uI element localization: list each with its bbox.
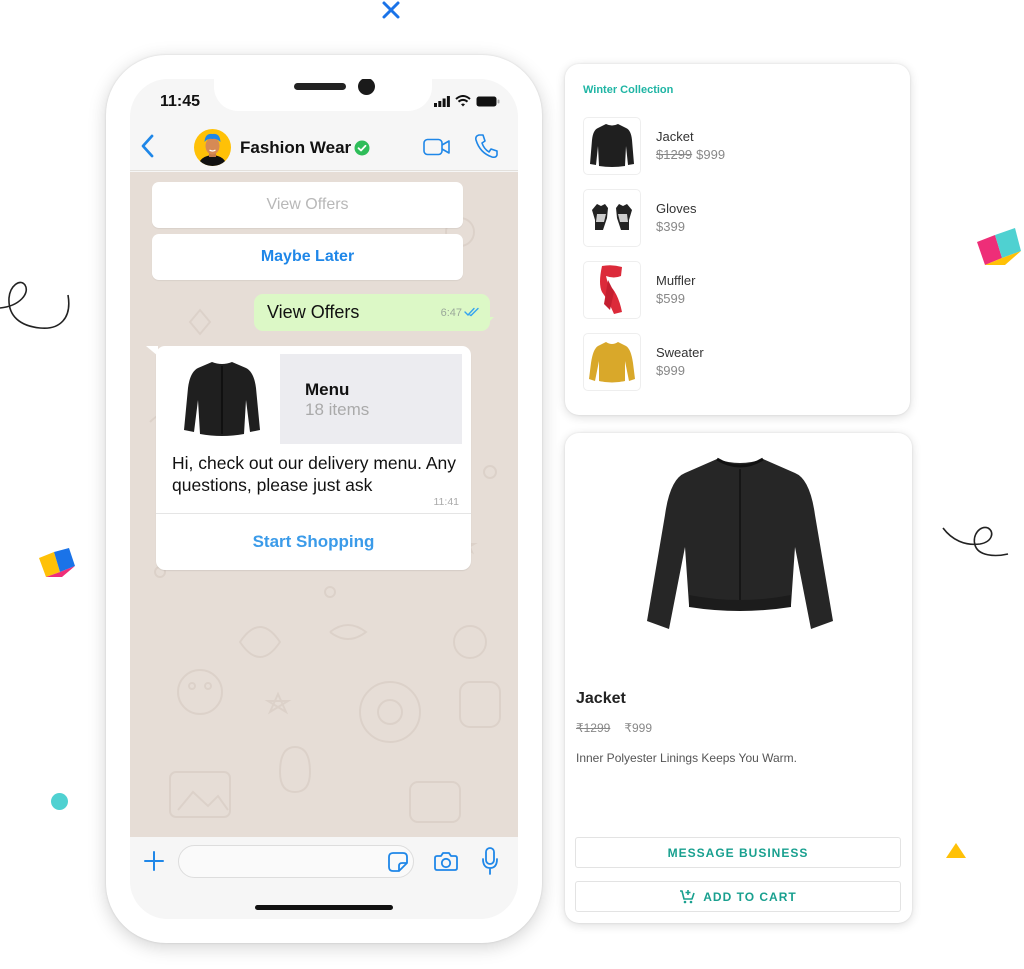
quick-reply-view-offers[interactable]: View Offers — [152, 182, 463, 228]
chat-header: Fashion Wear — [130, 121, 518, 171]
status-time: 11:45 — [160, 93, 201, 110]
contact-name[interactable]: Fashion Wear — [240, 138, 351, 158]
camera-icon[interactable] — [434, 850, 458, 872]
avatar-person-icon — [198, 133, 227, 166]
battery-icon — [476, 96, 500, 106]
decorative-triangle — [946, 843, 966, 858]
catalog-message-text: Hi, check out our delivery menu. Any que… — [172, 453, 457, 495]
item-price: $999 — [656, 363, 685, 378]
outgoing-message: View Offers 6:47 — [254, 294, 490, 331]
item-name: Jacket — [656, 129, 694, 144]
collection-item-jacket[interactable]: Jacket $1299 $999 — [583, 117, 883, 175]
item-price: $1299 $999 — [656, 147, 725, 162]
decorative-swirl-right — [942, 526, 1009, 557]
product-image-jacket — [647, 457, 833, 629]
catalog-title: Menu — [305, 380, 350, 399]
product-current-price: ₹999 — [624, 721, 652, 735]
outgoing-message-time: 6:47 — [440, 307, 462, 319]
collection-title: Winter Collection — [583, 84, 674, 96]
add-to-cart-button[interactable]: ADD TO CART — [575, 881, 901, 912]
sweater-thumbnail — [583, 333, 641, 391]
catalog-info: Menu 18 items — [280, 354, 462, 444]
product-detail-panel: Jacket ₹1299 ₹999 Inner Polyester Linings… — [565, 433, 912, 923]
decorative-cube-left — [39, 548, 75, 577]
gloves-thumbnail — [583, 189, 641, 247]
start-shopping-button[interactable]: Start Shopping — [156, 514, 471, 570]
contact-avatar[interactable] — [194, 129, 231, 166]
close-icon[interactable] — [380, 0, 402, 20]
jacket-thumbnail — [583, 117, 641, 175]
video-call-icon[interactable] — [423, 138, 451, 156]
catalog-preview[interactable]: Menu 18 items — [164, 354, 462, 444]
product-price: ₹1299 ₹999 — [576, 721, 652, 735]
message-input[interactable] — [178, 845, 414, 878]
verified-badge-icon — [354, 140, 370, 156]
jacket-image — [184, 362, 260, 436]
gloves-image — [592, 204, 632, 230]
item-name: Sweater — [656, 345, 704, 360]
item-old-price: $1299 — [656, 147, 693, 162]
winter-collection-panel: Winter Collection Jacket $1299 $999 Glove… — [565, 64, 910, 415]
add-cart-icon — [680, 890, 696, 904]
signal-icon — [434, 95, 450, 107]
muffler-image — [600, 265, 622, 314]
collection-item-muffler[interactable]: Muffler $599 — [583, 261, 883, 319]
phone-call-icon[interactable] — [474, 133, 498, 159]
jacket-image — [590, 124, 634, 167]
catalog-thumbnail — [164, 354, 280, 444]
plus-icon[interactable] — [144, 851, 164, 871]
front-camera — [358, 79, 375, 95]
item-name: Gloves — [656, 201, 697, 216]
phone-notch — [214, 79, 432, 111]
item-name: Muffler — [656, 273, 696, 288]
message-business-label: MESSAGE BUSINESS — [667, 845, 809, 860]
item-current-price: $999 — [696, 147, 726, 162]
wifi-icon — [455, 95, 471, 107]
catalog-message-time: 11:41 — [433, 496, 460, 508]
product-name: Jacket — [576, 690, 626, 707]
add-to-cart-label: ADD TO CART — [703, 889, 797, 904]
decorative-cube-right — [977, 228, 1021, 265]
decorative-swirl-left — [0, 281, 70, 329]
outgoing-bubble-tail — [484, 317, 494, 327]
muffler-thumbnail — [583, 261, 641, 319]
message-business-button[interactable]: MESSAGE BUSINESS — [575, 837, 901, 868]
phone-mockup: 11:45 Fashion Wear View Offers Maybe Lat… — [106, 55, 542, 943]
sweater-image — [589, 342, 635, 383]
chat-area: View Offers Maybe Later View Offers 6:47 — [130, 172, 518, 837]
outgoing-message-text: View Offers — [267, 302, 360, 322]
item-price: $399 — [656, 219, 685, 234]
decorative-dot — [51, 793, 68, 810]
speaker-grille — [294, 83, 346, 90]
catalog-item-count: 18 items — [305, 400, 370, 419]
catalog-message: Menu 18 items Hi, check out our delivery… — [156, 346, 471, 570]
collection-item-sweater[interactable]: Sweater $999 — [583, 333, 883, 391]
microphone-icon[interactable] — [482, 847, 498, 875]
status-icons — [434, 95, 500, 107]
sticker-icon[interactable] — [387, 851, 409, 873]
product-description: Inner Polyester Linings Keeps You Warm. — [576, 751, 798, 765]
quick-reply-maybe-later[interactable]: Maybe Later — [152, 234, 463, 280]
home-indicator — [255, 905, 393, 910]
item-price: $599 — [656, 291, 685, 306]
collection-item-gloves[interactable]: Gloves $399 — [583, 189, 883, 247]
back-chevron-icon[interactable] — [138, 133, 158, 159]
message-input-bar — [130, 837, 518, 919]
read-receipt-icon — [464, 307, 479, 317]
phone-screen: 11:45 Fashion Wear View Offers Maybe Lat… — [130, 79, 518, 919]
product-old-price: ₹1299 — [576, 721, 611, 735]
